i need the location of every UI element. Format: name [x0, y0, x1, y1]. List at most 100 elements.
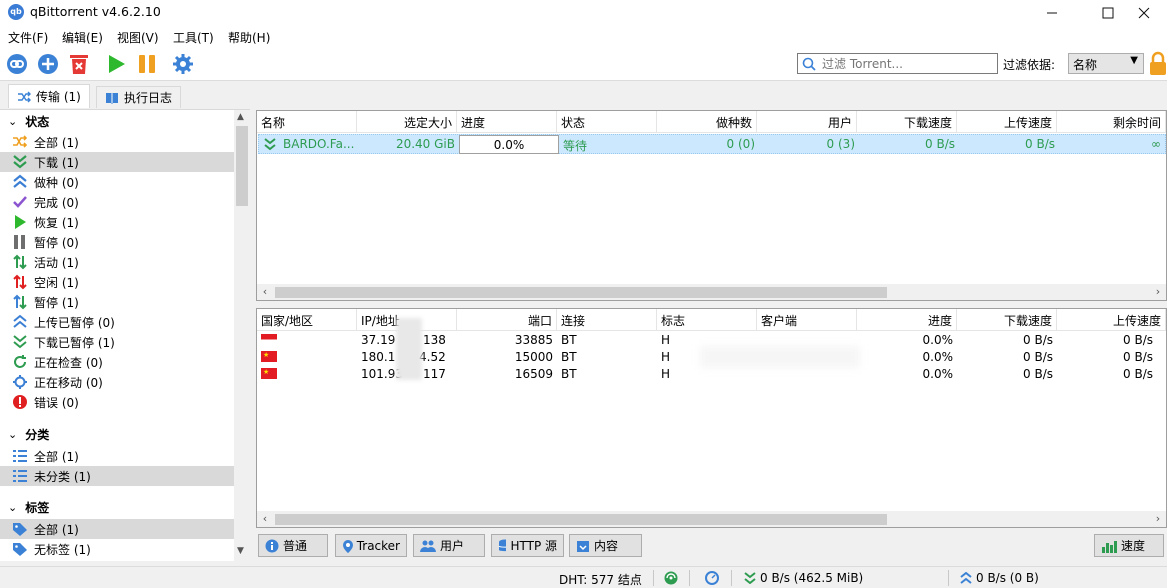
column-header[interactable]: 上传速度 [957, 111, 1057, 133]
peers-list: 国家/地区 IP/地址 端口 连接 标志 客户端 进度 下载速度 上传速度 37.19 138 33… [256, 308, 1167, 528]
tag-section-header[interactable]: ⌄ 标签 [8, 499, 49, 516]
sidebar-status-item[interactable]: 暂停 (0) [0, 232, 234, 252]
torrent-hscrollbar[interactable]: ‹ › [257, 284, 1166, 300]
filter-by-select[interactable]: 名称 ▼ [1068, 53, 1144, 74]
column-header[interactable]: 状态 [557, 111, 657, 133]
add-link-button[interactable] [5, 52, 29, 76]
column-header[interactable]: 上传速度 [1057, 309, 1166, 331]
column-header[interactable]: 用户 [757, 111, 857, 133]
column-header[interactable]: 连接 [557, 309, 657, 331]
sidebar-item-label: 错误 (0) [34, 395, 79, 410]
upload-speed-status[interactable]: 0 B/s (0 B) [960, 571, 1039, 585]
sidebar-status-item[interactable]: 完成 (0) [0, 192, 234, 212]
scroll-thumb[interactable] [275, 514, 887, 525]
properties-tab-bar: 普通 Tracker 用户 HTTP 源 内容 速度 [256, 530, 1167, 560]
pause-button[interactable] [135, 52, 159, 76]
sidebar-tag-all[interactable]: 全部 (1) [0, 519, 234, 539]
table-row[interactable]: BARDO.Fa... 20.40 GiB 0.0% 等待 0 (0) 0 (3… [258, 134, 1166, 154]
sidebar-status-item[interactable]: 做种 (0) [0, 172, 234, 192]
tab-content[interactable]: 内容 [569, 534, 642, 557]
tab-http-sources[interactable]: HTTP 源 [491, 534, 564, 557]
users-icon [420, 540, 436, 552]
moving-icon [12, 374, 28, 390]
scroll-left-icon[interactable]: ‹ [257, 511, 273, 527]
peer-ip-tail: 117 [423, 367, 446, 381]
scroll-right-icon[interactable]: › [1150, 511, 1166, 527]
sidebar-status-item[interactable]: 上传已暂停 (0) [0, 312, 234, 332]
column-header[interactable]: 客户端 [757, 309, 857, 331]
sidebar-item-label: 上传已暂停 (0) [34, 315, 115, 330]
filter-input[interactable] [822, 55, 994, 72]
sidebar-status-item[interactable]: 恢复 (1) [0, 212, 234, 232]
lock-icon[interactable] [1149, 51, 1167, 77]
options-button[interactable] [171, 52, 195, 76]
chevron-down-icon: ⌄ [8, 501, 18, 514]
column-header[interactable]: 下载速度 [957, 309, 1057, 331]
column-header[interactable]: 名称 [257, 111, 357, 133]
check-icon [12, 194, 28, 210]
menu-help[interactable]: 帮助(H) [228, 29, 270, 46]
torrent-size: 20.40 GiB [395, 137, 455, 151]
pause-icon [139, 55, 155, 73]
menu-edit[interactable]: 编辑(E) [62, 29, 103, 46]
menu-file[interactable]: 文件(F) [8, 29, 48, 46]
column-header[interactable]: 剩余时间 [1057, 111, 1166, 133]
menu-tools[interactable]: 工具(T) [173, 29, 214, 46]
app-icon: qb [8, 4, 24, 20]
sidebar-status-item[interactable]: 暂停 (1) [0, 292, 234, 312]
column-header[interactable]: 做种数 [657, 111, 757, 133]
sidebar-category-all[interactable]: 全部 (1) [0, 446, 234, 466]
sidebar-scroll-thumb[interactable] [236, 126, 248, 206]
scroll-down-icon[interactable]: ▼ [237, 546, 244, 556]
sidebar-status-item[interactable]: 正在移动 (0) [0, 372, 234, 392]
column-header[interactable]: 端口 [457, 309, 557, 331]
sidebar-status-item[interactable]: 全部 (1) [0, 132, 234, 152]
speed-limit-icon[interactable] [705, 571, 719, 585]
tab-tracker[interactable]: Tracker [335, 534, 407, 557]
resume-button[interactable] [104, 52, 128, 76]
scroll-up-icon[interactable]: ▲ [237, 112, 244, 122]
delete-torrent-button[interactable] [67, 52, 91, 76]
sidebar-status-item[interactable]: 正在检查 (0) [0, 352, 234, 372]
peers-hscrollbar[interactable]: ‹ › [257, 511, 1166, 527]
close-button[interactable] [1121, 0, 1167, 26]
tab-transfers[interactable]: 传输 (1) [8, 84, 90, 108]
resume-icon [109, 55, 125, 73]
sidebar-status-item[interactable]: 下载 (1) [0, 152, 234, 172]
tab-log[interactable]: 执行日志 [96, 86, 182, 108]
add-torrent-button[interactable] [36, 52, 60, 76]
tab-general[interactable]: 普通 [258, 534, 328, 557]
search-icon [802, 57, 816, 71]
scroll-right-icon[interactable]: › [1150, 284, 1166, 300]
upload-icon [12, 174, 28, 190]
download-speed-value: 0 B/s (462.5 MiB) [760, 571, 864, 585]
peer-up-speed: 0 B/s [1123, 367, 1153, 381]
shuffle-icon [18, 91, 31, 102]
sidebar-category-uncategorized[interactable]: 未分类 (1) [0, 466, 234, 486]
download-speed-status[interactable]: 0 B/s (462.5 MiB) [744, 571, 863, 585]
minimize-button[interactable] [1029, 0, 1075, 26]
status-section-header[interactable]: ⌄ 状态 [8, 113, 49, 130]
tab-speed[interactable]: 速度 [1094, 534, 1164, 557]
connection-status-icon[interactable] [664, 571, 678, 585]
column-header[interactable]: 选定大小 [357, 111, 457, 133]
column-header[interactable]: 进度 [457, 111, 557, 133]
scroll-left-icon[interactable]: ‹ [257, 284, 273, 300]
sidebar-status-item[interactable]: 空闲 (1) [0, 272, 234, 292]
list-icon [12, 448, 28, 464]
column-header[interactable]: 进度 [857, 309, 957, 331]
sidebar-item-label: 下载已暂停 (1) [34, 335, 115, 350]
sidebar-tag-untagged[interactable]: 无标签 (1) [0, 539, 234, 559]
sidebar-status-item[interactable]: 活动 (1) [0, 252, 234, 272]
sidebar-item-label: 空闲 (1) [34, 275, 79, 290]
sidebar-status-item[interactable]: 错误 (0) [0, 392, 234, 412]
scroll-thumb[interactable] [275, 287, 887, 298]
sidebar-status-item[interactable]: 下载已暂停 (1) [0, 332, 234, 352]
column-header[interactable]: 标志 [657, 309, 757, 331]
menu-view[interactable]: 视图(V) [117, 29, 159, 46]
category-section-header[interactable]: ⌄ 分类 [8, 426, 49, 443]
column-header[interactable]: 国家/地区 [257, 309, 357, 331]
column-header[interactable]: 下载速度 [857, 111, 957, 133]
tab-peers[interactable]: 用户 [413, 534, 485, 557]
shuffle-icon [12, 134, 28, 150]
